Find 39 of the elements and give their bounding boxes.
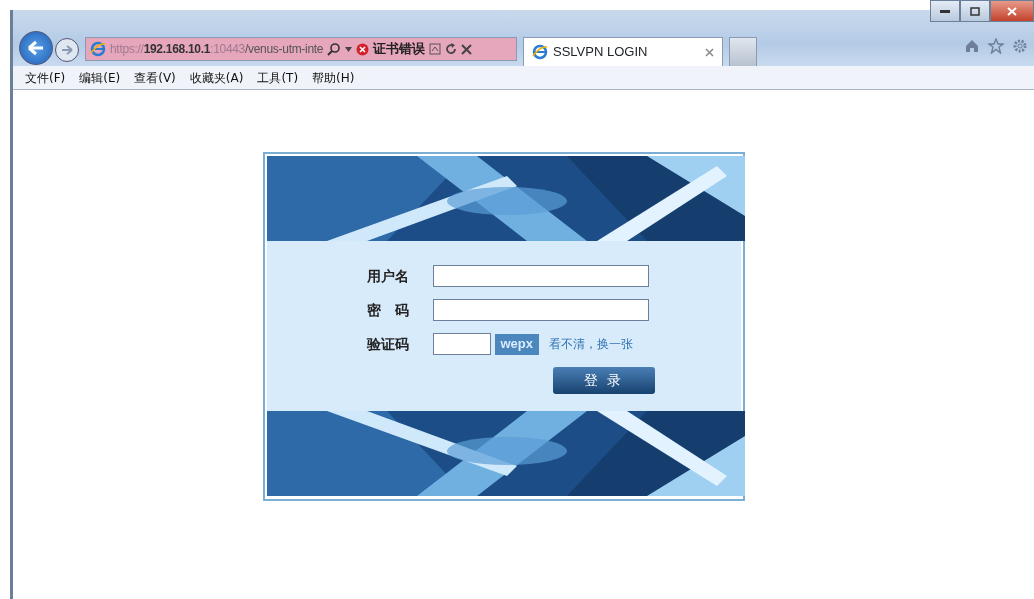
field-label: 用户名	[366, 266, 410, 286]
browser-tab[interactable]: SSLVPN LOGIN	[523, 37, 723, 66]
menu-item[interactable]: 收藏夹(A)	[189, 68, 244, 87]
menu-item[interactable]: 帮助(H)	[312, 68, 355, 87]
menu-item[interactable]: 工具(T)	[257, 68, 299, 87]
minimize-icon	[940, 9, 950, 13]
menu-item[interactable]: 查看(V)	[134, 68, 176, 87]
refresh-icon[interactable]	[445, 43, 458, 55]
error-shield-icon	[356, 42, 370, 56]
back-arrow-icon	[27, 40, 45, 56]
url-text: https://192.168.10.1:10443/venus-utm-inte	[110, 41, 324, 58]
certificate-error-text[interactable]: 证书错误	[373, 39, 426, 59]
input-field[interactable]	[432, 265, 649, 287]
dropdown-caret-icon[interactable]	[345, 46, 353, 52]
login-button[interactable]: 登 录	[552, 367, 655, 394]
close-icon[interactable]	[461, 43, 473, 55]
maximize-icon	[970, 6, 980, 16]
input-field[interactable]	[432, 299, 649, 321]
forward-button[interactable]	[55, 38, 79, 62]
menu-item[interactable]: 文件(F)	[25, 68, 66, 87]
back-button[interactable]	[19, 31, 53, 65]
maximize-button[interactable]	[960, 0, 990, 22]
minimize-button[interactable]	[930, 0, 960, 22]
refresh-captcha-link[interactable]: 看不清，换一张	[549, 335, 633, 353]
menu-item[interactable]: 编辑(E)	[79, 68, 121, 87]
address-bar[interactable]: https://192.168.10.1:10443/venus-utm-inte 证书错误	[85, 37, 517, 61]
browser-logo-icon	[90, 41, 106, 57]
field-label: 验证码	[366, 334, 410, 354]
close-tab-icon[interactable]	[705, 47, 714, 57]
captcha-field[interactable]	[432, 333, 491, 355]
home-icon[interactable]	[964, 38, 980, 54]
forward-arrow-icon	[61, 45, 73, 55]
search-icon[interactable]	[327, 42, 342, 56]
star-icon[interactable]	[988, 38, 1004, 54]
settings-icon[interactable]	[1012, 38, 1028, 54]
field-label: 密 码	[366, 300, 410, 320]
browser-logo-icon	[532, 44, 548, 60]
close-icon	[1007, 6, 1017, 16]
close-window-button[interactable]	[990, 0, 1034, 22]
